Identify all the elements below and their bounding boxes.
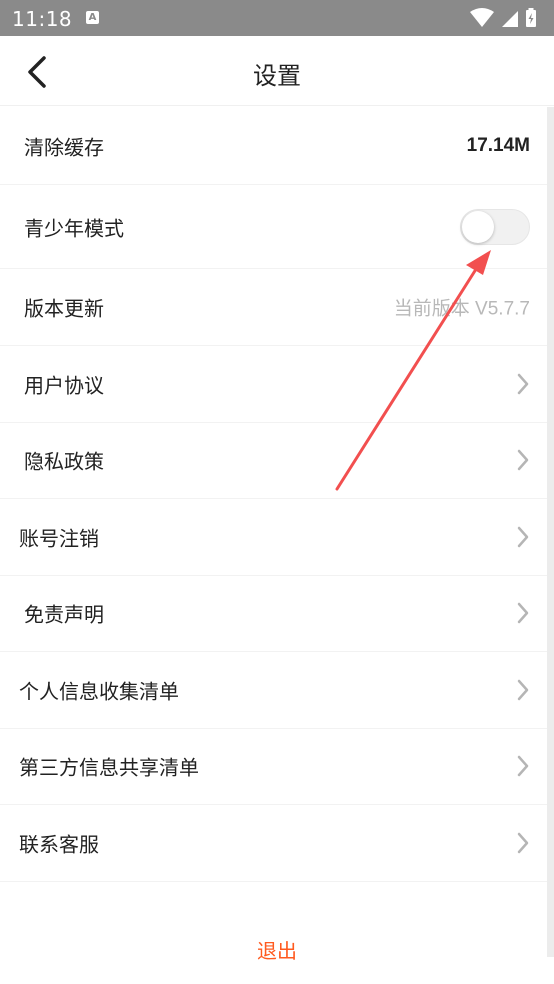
logout-button[interactable]: 退出 xyxy=(0,935,554,964)
header: 设置 xyxy=(0,36,554,106)
personal-info-list-row[interactable]: 个人信息收集清单 xyxy=(0,652,554,729)
account-cancel-label: 账号注销 xyxy=(19,526,99,551)
privacy-policy-row[interactable]: 隐私政策 xyxy=(0,423,554,499)
version-update-row[interactable]: 版本更新 当前版本 V5.7.7 xyxy=(0,269,554,346)
version-update-label: 版本更新 xyxy=(24,296,104,321)
chevron-right-icon xyxy=(517,526,529,547)
privacy-policy-label: 隐私政策 xyxy=(24,449,104,474)
chevron-right-icon xyxy=(517,832,529,853)
chevron-right-icon xyxy=(517,603,529,624)
customer-service-row[interactable]: 联系客服 xyxy=(0,805,554,882)
page-title: 设置 xyxy=(253,62,301,90)
chevron-right-icon xyxy=(517,756,529,777)
chevron-right-icon xyxy=(517,679,529,700)
third-party-list-row[interactable]: 第三方信息共享清单 xyxy=(0,729,554,805)
clear-cache-row[interactable]: 清除缓存 17.14M xyxy=(0,107,554,185)
signal-icon xyxy=(502,11,518,27)
current-version-value: 当前版本 V5.7.7 xyxy=(393,298,530,320)
customer-service-label: 联系客服 xyxy=(19,832,99,857)
disclaimer-row[interactable]: 免责声明 xyxy=(0,576,554,652)
user-agreement-row[interactable]: 用户协议 xyxy=(0,346,554,423)
wifi-icon xyxy=(470,8,494,27)
clear-cache-label: 清除缓存 xyxy=(24,135,104,159)
status-time: 11:18 xyxy=(12,7,73,31)
third-party-list-label: 第三方信息共享清单 xyxy=(19,755,199,780)
chevron-right-icon xyxy=(517,373,529,394)
notification-icon: A xyxy=(86,11,99,24)
teen-mode-row: 青少年模式 xyxy=(0,185,554,269)
scrollbar[interactable] xyxy=(547,107,554,957)
status-bar: 11:18 A xyxy=(0,0,554,36)
battery-icon xyxy=(526,8,536,27)
settings-list: 清除缓存 17.14M 青少年模式 版本更新 当前版本 V5.7.7 用户协议 … xyxy=(0,107,554,882)
status-icons xyxy=(470,8,536,27)
teen-mode-toggle[interactable] xyxy=(460,208,530,245)
user-agreement-label: 用户协议 xyxy=(24,373,104,398)
teen-mode-label: 青少年模式 xyxy=(24,216,124,240)
chevron-right-icon xyxy=(517,450,529,471)
account-cancel-row[interactable]: 账号注销 xyxy=(0,499,554,576)
personal-info-list-label: 个人信息收集清单 xyxy=(19,679,179,704)
cache-size-value: 17.14M xyxy=(466,134,530,156)
toggle-knob xyxy=(462,210,494,243)
disclaimer-label: 免责声明 xyxy=(24,602,104,627)
